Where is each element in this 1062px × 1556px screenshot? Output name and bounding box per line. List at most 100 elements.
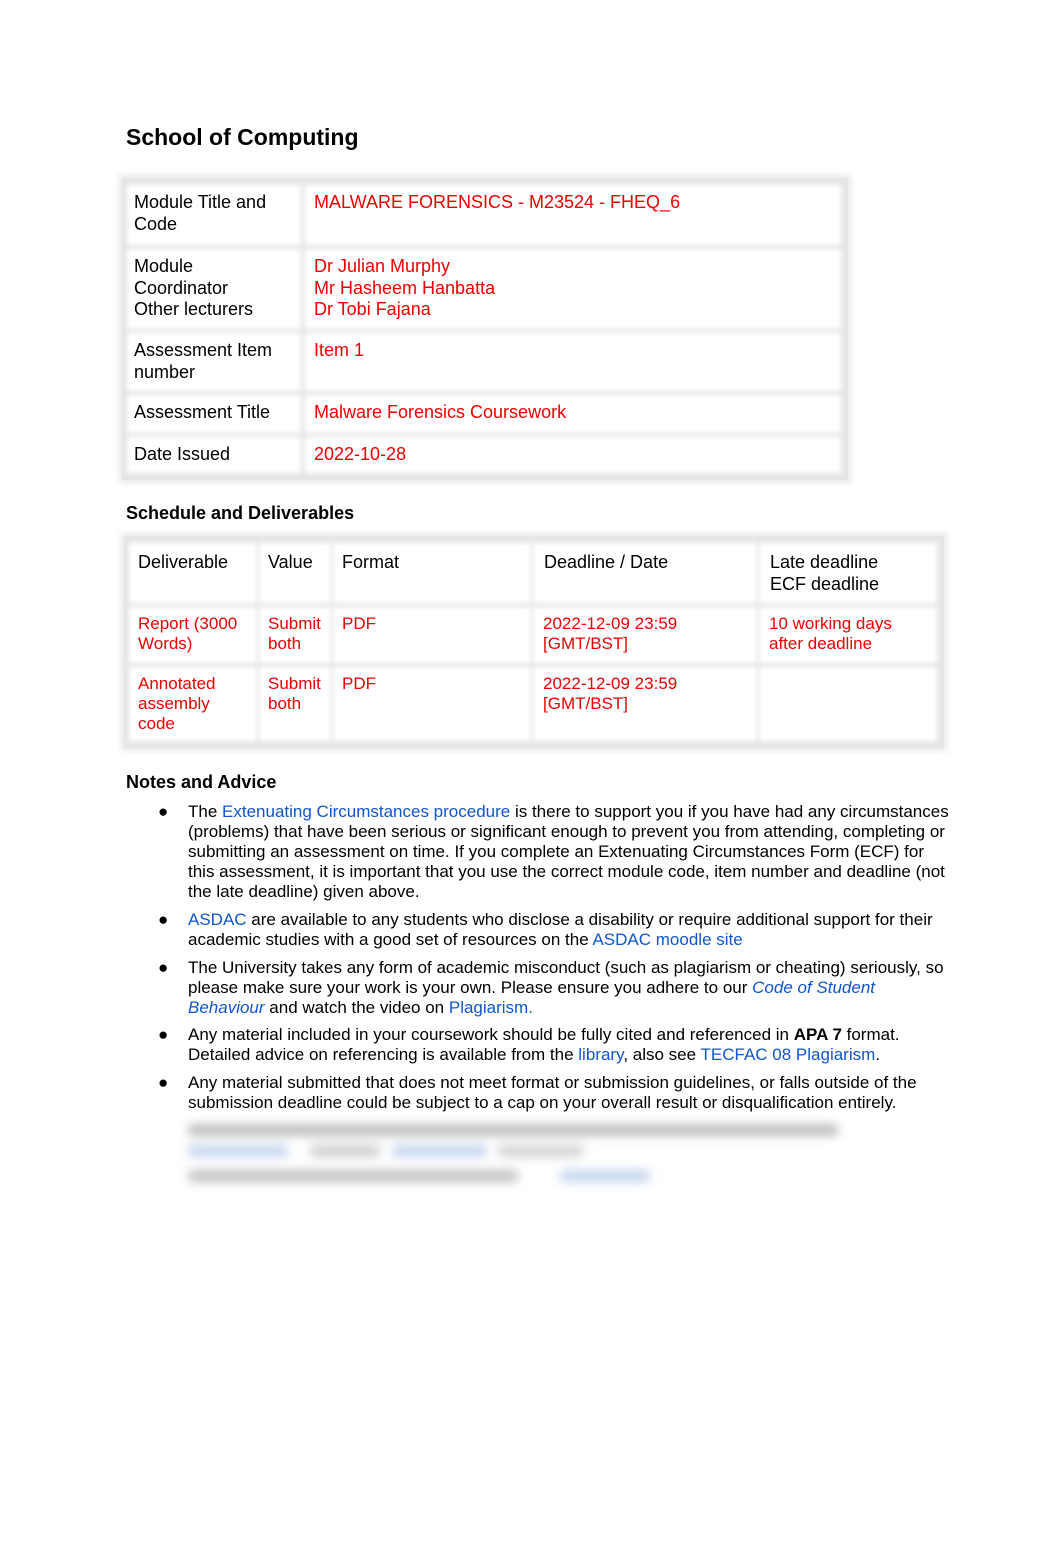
header-deadline: Deadline / Date	[536, 546, 754, 600]
cell-line: assembly	[138, 694, 210, 713]
page-title: School of Computing	[126, 124, 359, 150]
table-row-2-format: PDF	[336, 670, 528, 738]
label-line: Code	[134, 213, 178, 234]
note-text: and watch the video on	[264, 998, 449, 1017]
obscured-link	[188, 1145, 288, 1157]
header-text: Format	[342, 552, 400, 572]
note-academic-misconduct: ● The University takes any form of acade…	[150, 958, 950, 1018]
cell-line: Submit	[268, 614, 321, 633]
notes-list: ● The Extenuating Circumstances procedur…	[150, 802, 950, 1121]
label-line: Module	[134, 256, 194, 276]
note-referencing: ● Any material included in your coursewo…	[150, 1025, 950, 1065]
cell-line: [GMT/BST]	[543, 634, 628, 653]
header-text: Deliverable	[138, 552, 229, 572]
obscured-notes	[160, 1118, 880, 1188]
header-value: Value	[262, 546, 328, 600]
note-text: , also see	[623, 1045, 701, 1064]
info-value-assessment-title: Malware Forensics Coursework	[308, 398, 838, 430]
cell-line: 10 working days	[769, 614, 892, 633]
cell-line: [GMT/BST]	[543, 694, 628, 713]
label-line: Assessment Item	[134, 340, 273, 360]
bullet-icon: ●	[158, 910, 169, 929]
note-extenuating-circumstances: ● The Extenuating Circumstances procedur…	[150, 802, 950, 902]
header-text: Deadline / Date	[544, 552, 669, 572]
cell-line: Report (3000	[138, 614, 238, 633]
label-line: Module Title and	[134, 192, 267, 212]
note-text: are available to any students who disclo…	[188, 910, 933, 949]
tecfac-plagiarism-link[interactable]: TECFAC 08 Plagiarism	[701, 1045, 876, 1064]
cell-line: PDF	[342, 674, 376, 693]
info-label-coordinator: Module Coordinator Other lecturers	[130, 252, 298, 326]
info-value-module-title: MALWARE FORENSICS - M23524 - FHEQ_6	[308, 188, 838, 242]
lecturer-name: Dr Tobi Fajana	[314, 299, 431, 319]
obscured-link	[560, 1170, 650, 1182]
cell-line: both	[268, 694, 302, 713]
label-line: Coordinator	[134, 277, 229, 298]
value-line: MALWARE FORENSICS - M23524 - FHEQ_6	[314, 192, 681, 212]
obscured-line	[498, 1145, 583, 1157]
cell-line: PDF	[342, 614, 376, 633]
cell-line: Words)	[138, 634, 193, 653]
bullet-icon: ●	[158, 958, 169, 977]
table-row-1-deadline: 2022-12-09 23:59 [GMT/BST]	[536, 610, 754, 660]
info-value-item-number: Item 1	[308, 336, 838, 388]
note-submission-guidelines: ● Any material submitted that does not m…	[150, 1073, 950, 1113]
info-label-assessment-title: Assessment Title	[130, 398, 298, 430]
header-format: Format	[336, 546, 528, 600]
value-line: Item 1	[314, 340, 365, 360]
table-row-2-value: Submit both	[262, 670, 328, 738]
note-text: The	[188, 802, 223, 821]
header-text: ECF deadline	[770, 574, 880, 594]
schedule-table: Deliverable Value Format Deadline / Date…	[124, 536, 944, 748]
library-link[interactable]: library	[578, 1045, 623, 1064]
cell-line: after deadline	[769, 634, 873, 653]
info-label-item-number: Assessment Item number	[130, 336, 298, 388]
table-row-1-deliverable: Report (3000 Words)	[132, 610, 254, 660]
cell-line: Annotated	[138, 674, 216, 693]
info-label-date-issued: Date Issued	[130, 440, 298, 470]
table-row-2-late-deadline	[762, 670, 934, 738]
note-text: .	[875, 1045, 881, 1064]
cell-line: both	[268, 634, 302, 653]
label-line: number	[134, 361, 196, 382]
asdac-link[interactable]: ASDAC	[188, 910, 247, 929]
obscured-line	[310, 1145, 380, 1157]
apa-format-label: APA 7	[793, 1025, 842, 1044]
schedule-heading: Schedule and Deliverables	[126, 503, 355, 523]
cell-line: 2022-12-09 23:59	[543, 674, 678, 693]
table-row-2-deadline: 2022-12-09 23:59 [GMT/BST]	[536, 670, 754, 738]
cell-line: 2022-12-09 23:59	[543, 614, 678, 633]
note-text: Any material submitted that does not mee…	[188, 1073, 917, 1112]
table-row-1-value: Submit both	[262, 610, 328, 660]
bullet-icon: ●	[158, 802, 169, 821]
bullet-icon: ●	[158, 1025, 169, 1044]
obscured-link	[392, 1145, 487, 1157]
obscured-line	[188, 1124, 838, 1136]
info-label-module-title: Module Title and Code	[130, 188, 298, 242]
note-asdac: ● ASDAC are available to any students wh…	[150, 910, 950, 950]
info-value-lecturers: Dr Julian Murphy Mr Hasheem Hanbatta Dr …	[308, 252, 838, 326]
cell-line: code	[138, 714, 175, 733]
table-row-2-deliverable: Annotated assembly code	[132, 670, 254, 738]
note-text: Any material included in your coursework…	[188, 1025, 794, 1044]
asdac-moodle-link[interactable]: ASDAC moodle site	[592, 930, 742, 949]
plagiarism-video-link[interactable]: Plagiarism.	[449, 998, 533, 1017]
table-row-1-format: PDF	[336, 610, 528, 660]
header-text: Value	[268, 552, 313, 572]
lecturer-name: Mr Hasheem Hanbatta	[314, 277, 496, 298]
header-text: Late deadline	[770, 552, 879, 572]
bullet-icon: ●	[158, 1073, 169, 1092]
extenuating-circumstances-link[interactable]: Extenuating Circumstances procedure	[222, 802, 510, 821]
header-deliverable: Deliverable	[132, 546, 254, 600]
obscured-line	[188, 1170, 518, 1182]
lecturer-name: Dr Julian Murphy	[314, 256, 451, 276]
header-late-deadline: Late deadline ECF deadline	[762, 546, 934, 600]
document-page: School of Computing Module Title and Cod…	[0, 0, 1062, 1556]
cell-line: Submit	[268, 674, 321, 693]
value-line: Malware Forensics Coursework	[314, 402, 567, 422]
table-row-1-late-deadline: 10 working days after deadline	[762, 610, 934, 660]
label-line: Date Issued	[134, 444, 231, 464]
module-info-table: Module Title and Code MALWARE FORENSICS …	[122, 178, 848, 480]
label-line: Assessment Title	[134, 402, 271, 422]
notes-heading: Notes and Advice	[126, 772, 277, 792]
